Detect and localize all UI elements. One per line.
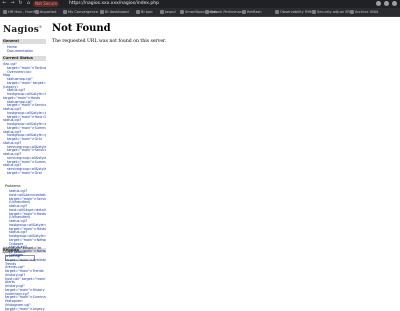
bookmarks-bar: HR Hub - HumRe... Imported My Convergence B…	[0, 8, 400, 17]
sidebar-link[interactable]: Overview</a>	[7, 70, 32, 74]
bookmark-folder-icon	[136, 10, 140, 14]
bookmark-folder-icon	[160, 10, 164, 14]
sidebar-link[interactable]: Documentation	[7, 49, 33, 53]
page-title: Not Found	[52, 23, 111, 34]
back-icon[interactable]: ←	[2, 1, 7, 6]
bookmark-item[interactable]: Archive UNIX	[350, 9, 378, 15]
profile-icon[interactable]	[384, 1, 389, 6]
bookmark-item[interactable]: BI tool	[136, 9, 152, 15]
extension-icon[interactable]	[376, 1, 381, 6]
nagios-logo[interactable]: Nagios®	[3, 25, 42, 35]
address-bar[interactable]: https://nagios.xxx.xxx/nagios/index.php	[69, 1, 159, 7]
bookmark-label: Retflash	[247, 10, 262, 14]
browser-nav: ← → ↻ ⌂	[2, 1, 31, 6]
bookmark-folder-icon	[312, 10, 316, 14]
bookmark-folder-icon	[180, 10, 184, 14]
section-current-status: Current Status	[2, 56, 46, 61]
home-icon[interactable]: ⌂	[26, 1, 31, 6]
not-secure-badge[interactable]: Not Secure	[33, 1, 60, 7]
bookmark-item[interactable]: My Convergence	[63, 9, 98, 15]
bookmark-item[interactable]: BI dashboard	[100, 9, 129, 15]
bookmark-item[interactable]: Jaspol	[160, 9, 176, 15]
bookmark-folder-icon	[350, 10, 354, 14]
bookmark-item[interactable]: Retflash	[242, 9, 262, 15]
browser-toolbar: ← → ↻ ⌂ Not Secure https://nagios.xxx.xx…	[0, 0, 400, 8]
bookmark-label: Archive UNIX	[355, 10, 379, 14]
reload-icon[interactable]: ↻	[18, 1, 23, 6]
bookmark-label: BI dashboard	[105, 10, 129, 14]
bookmark-folder-icon	[242, 10, 246, 14]
menu-icon[interactable]	[392, 1, 397, 6]
bookmark-label: Splunk Performan...	[210, 10, 246, 14]
nagios-sidebar: Nagios® General Current Status Reports H…	[0, 17, 46, 311]
bookmark-folder-icon	[205, 10, 209, 14]
section-general: General	[2, 39, 46, 44]
bookmark-folder-icon	[100, 10, 104, 14]
bookmark-folder-icon	[35, 10, 39, 14]
bookmark-label: Observability RMIC	[280, 10, 315, 14]
bookmark-item[interactable]: Splunk Performan...	[205, 9, 245, 15]
bookmark-item[interactable]: Imported	[35, 9, 56, 15]
bookmark-label: My Convergence	[68, 10, 99, 14]
bookmark-label: Imported	[40, 10, 57, 14]
bookmark-item[interactable]: Observability RMIC	[275, 9, 314, 15]
error-message: The requested URL was not found on this …	[52, 39, 167, 44]
bookmark-label: Jaspol	[165, 10, 176, 14]
browser-actions	[376, 1, 397, 6]
bookmark-item[interactable]: Security adjust SRF	[312, 9, 352, 15]
sidebar-link[interactable]: target="main">Grid	[7, 171, 42, 175]
bookmark-folder-icon	[3, 10, 7, 14]
problems-label: Problems	[5, 184, 21, 188]
bookmark-folder-icon	[275, 10, 279, 14]
bookmark-label: Security adjust SRF	[317, 10, 352, 14]
bookmark-label: BI tool	[141, 10, 153, 14]
forward-icon[interactable]: →	[10, 1, 15, 6]
bookmark-folder-icon	[63, 10, 67, 14]
